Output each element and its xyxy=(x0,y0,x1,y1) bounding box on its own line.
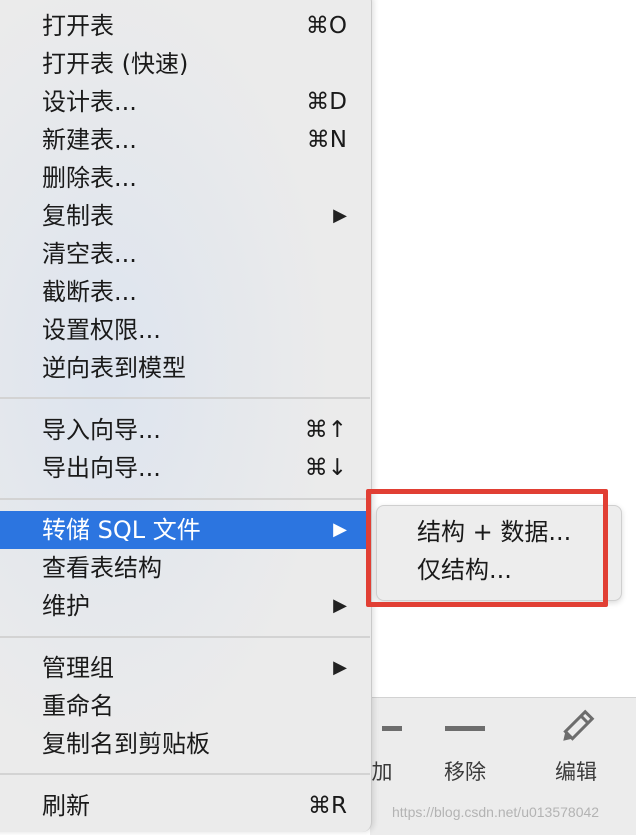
menu-item-duplicate-table[interactable]: 复制表 ▶ xyxy=(0,197,371,235)
menu-item-label: 设置权限... xyxy=(42,316,161,344)
menu-item-manage-groups[interactable]: 管理组 ▶ xyxy=(0,649,371,687)
menu-item-design-table[interactable]: 设计表... ⌘D xyxy=(0,83,371,121)
shortcut-label: ⌘↑ xyxy=(304,417,347,443)
menu-item-label: 新建表... xyxy=(42,126,137,154)
shortcut-label: ⌘O xyxy=(305,13,347,39)
menu-item-label: 查看表结构 xyxy=(42,554,162,582)
submenu-arrow-icon: ▶ xyxy=(333,595,347,616)
menu-item-set-permissions[interactable]: 设置权限... xyxy=(0,311,371,349)
menu-item-label: 复制名到剪贴板 xyxy=(42,730,210,758)
menu-item-rename[interactable]: 重命名 xyxy=(0,687,371,725)
menu-item-label: 维护 xyxy=(42,592,90,620)
pencil-icon xyxy=(563,709,595,741)
menu-item-label: 打开表 (快速) xyxy=(42,50,189,78)
menu-item-label: 转储 SQL 文件 xyxy=(42,516,201,544)
menu-separator xyxy=(0,498,370,500)
menu-item-new-table[interactable]: 新建表... ⌘N xyxy=(0,121,371,159)
menu-item-label: 导出向导... xyxy=(42,454,161,482)
shortcut-label: ⌘N xyxy=(306,127,347,153)
menu-item-refresh[interactable]: 刷新 ⌘R xyxy=(0,787,371,825)
submenu-arrow-icon: ▶ xyxy=(333,205,347,226)
menu-item-delete-table[interactable]: 删除表... xyxy=(0,159,371,197)
menu-item-export-wizard[interactable]: 导出向导... ⌘↓ xyxy=(0,449,371,487)
context-menu: 打开表 ⌘O 打开表 (快速) 设计表... ⌘D 新建表... ⌘N 删除表.… xyxy=(0,0,372,832)
menu-item-view-table-structure[interactable]: 查看表结构 xyxy=(0,549,371,587)
menu-separator xyxy=(0,397,370,399)
shortcut-label: ⌘D xyxy=(306,89,347,115)
menu-item-label: 逆向表到模型 xyxy=(42,354,186,382)
menu-item-open-table-fast[interactable]: 打开表 (快速) xyxy=(0,45,371,83)
submenu-arrow-icon: ▶ xyxy=(333,519,347,540)
menu-separator xyxy=(0,636,370,638)
annotation-highlight-box xyxy=(366,489,608,607)
minus-icon xyxy=(445,726,485,731)
submenu-arrow-icon: ▶ xyxy=(333,657,347,678)
menu-item-copy-name[interactable]: 复制名到剪贴板 xyxy=(0,725,371,763)
menu-item-label: 复制表 xyxy=(42,202,114,230)
menu-item-label: 截断表... xyxy=(42,278,137,306)
menu-item-label: 清空表... xyxy=(42,240,137,268)
menu-item-reverse-to-model[interactable]: 逆向表到模型 xyxy=(0,349,371,387)
watermark: https://blog.csdn.net/u013578042 xyxy=(392,804,600,820)
menu-item-label: 刷新 xyxy=(42,792,90,820)
menu-item-label: 重命名 xyxy=(42,692,114,720)
menu-item-label: 打开表 xyxy=(42,12,114,40)
toolbar-remove-label: 移除 xyxy=(444,760,486,784)
toolbar-edit-label: 编辑 xyxy=(555,760,597,784)
menu-item-empty-table[interactable]: 清空表... xyxy=(0,235,371,273)
menu-item-label: 删除表... xyxy=(42,164,137,192)
menu-item-label: 管理组 xyxy=(42,654,114,682)
toolbar-remove-button[interactable]: 移除 xyxy=(425,708,505,786)
menu-item-label: 导入向导... xyxy=(42,416,161,444)
shortcut-label: ⌘R xyxy=(308,793,347,819)
menu-item-label: 设计表... xyxy=(42,88,137,116)
toolbar-edit-button[interactable]: 编辑 xyxy=(536,708,616,786)
menu-item-open-table[interactable]: 打开表 ⌘O xyxy=(0,7,371,45)
menu-item-import-wizard[interactable]: 导入向导... ⌘↑ xyxy=(0,411,371,449)
menu-item-truncate-table[interactable]: 截断表... xyxy=(0,273,371,311)
menu-item-maintain[interactable]: 维护 ▶ xyxy=(0,587,371,625)
menu-item-dump-sql-file[interactable]: 转储 SQL 文件 ▶ xyxy=(0,511,371,549)
shortcut-label: ⌘↓ xyxy=(304,455,347,481)
menu-separator xyxy=(0,773,370,775)
